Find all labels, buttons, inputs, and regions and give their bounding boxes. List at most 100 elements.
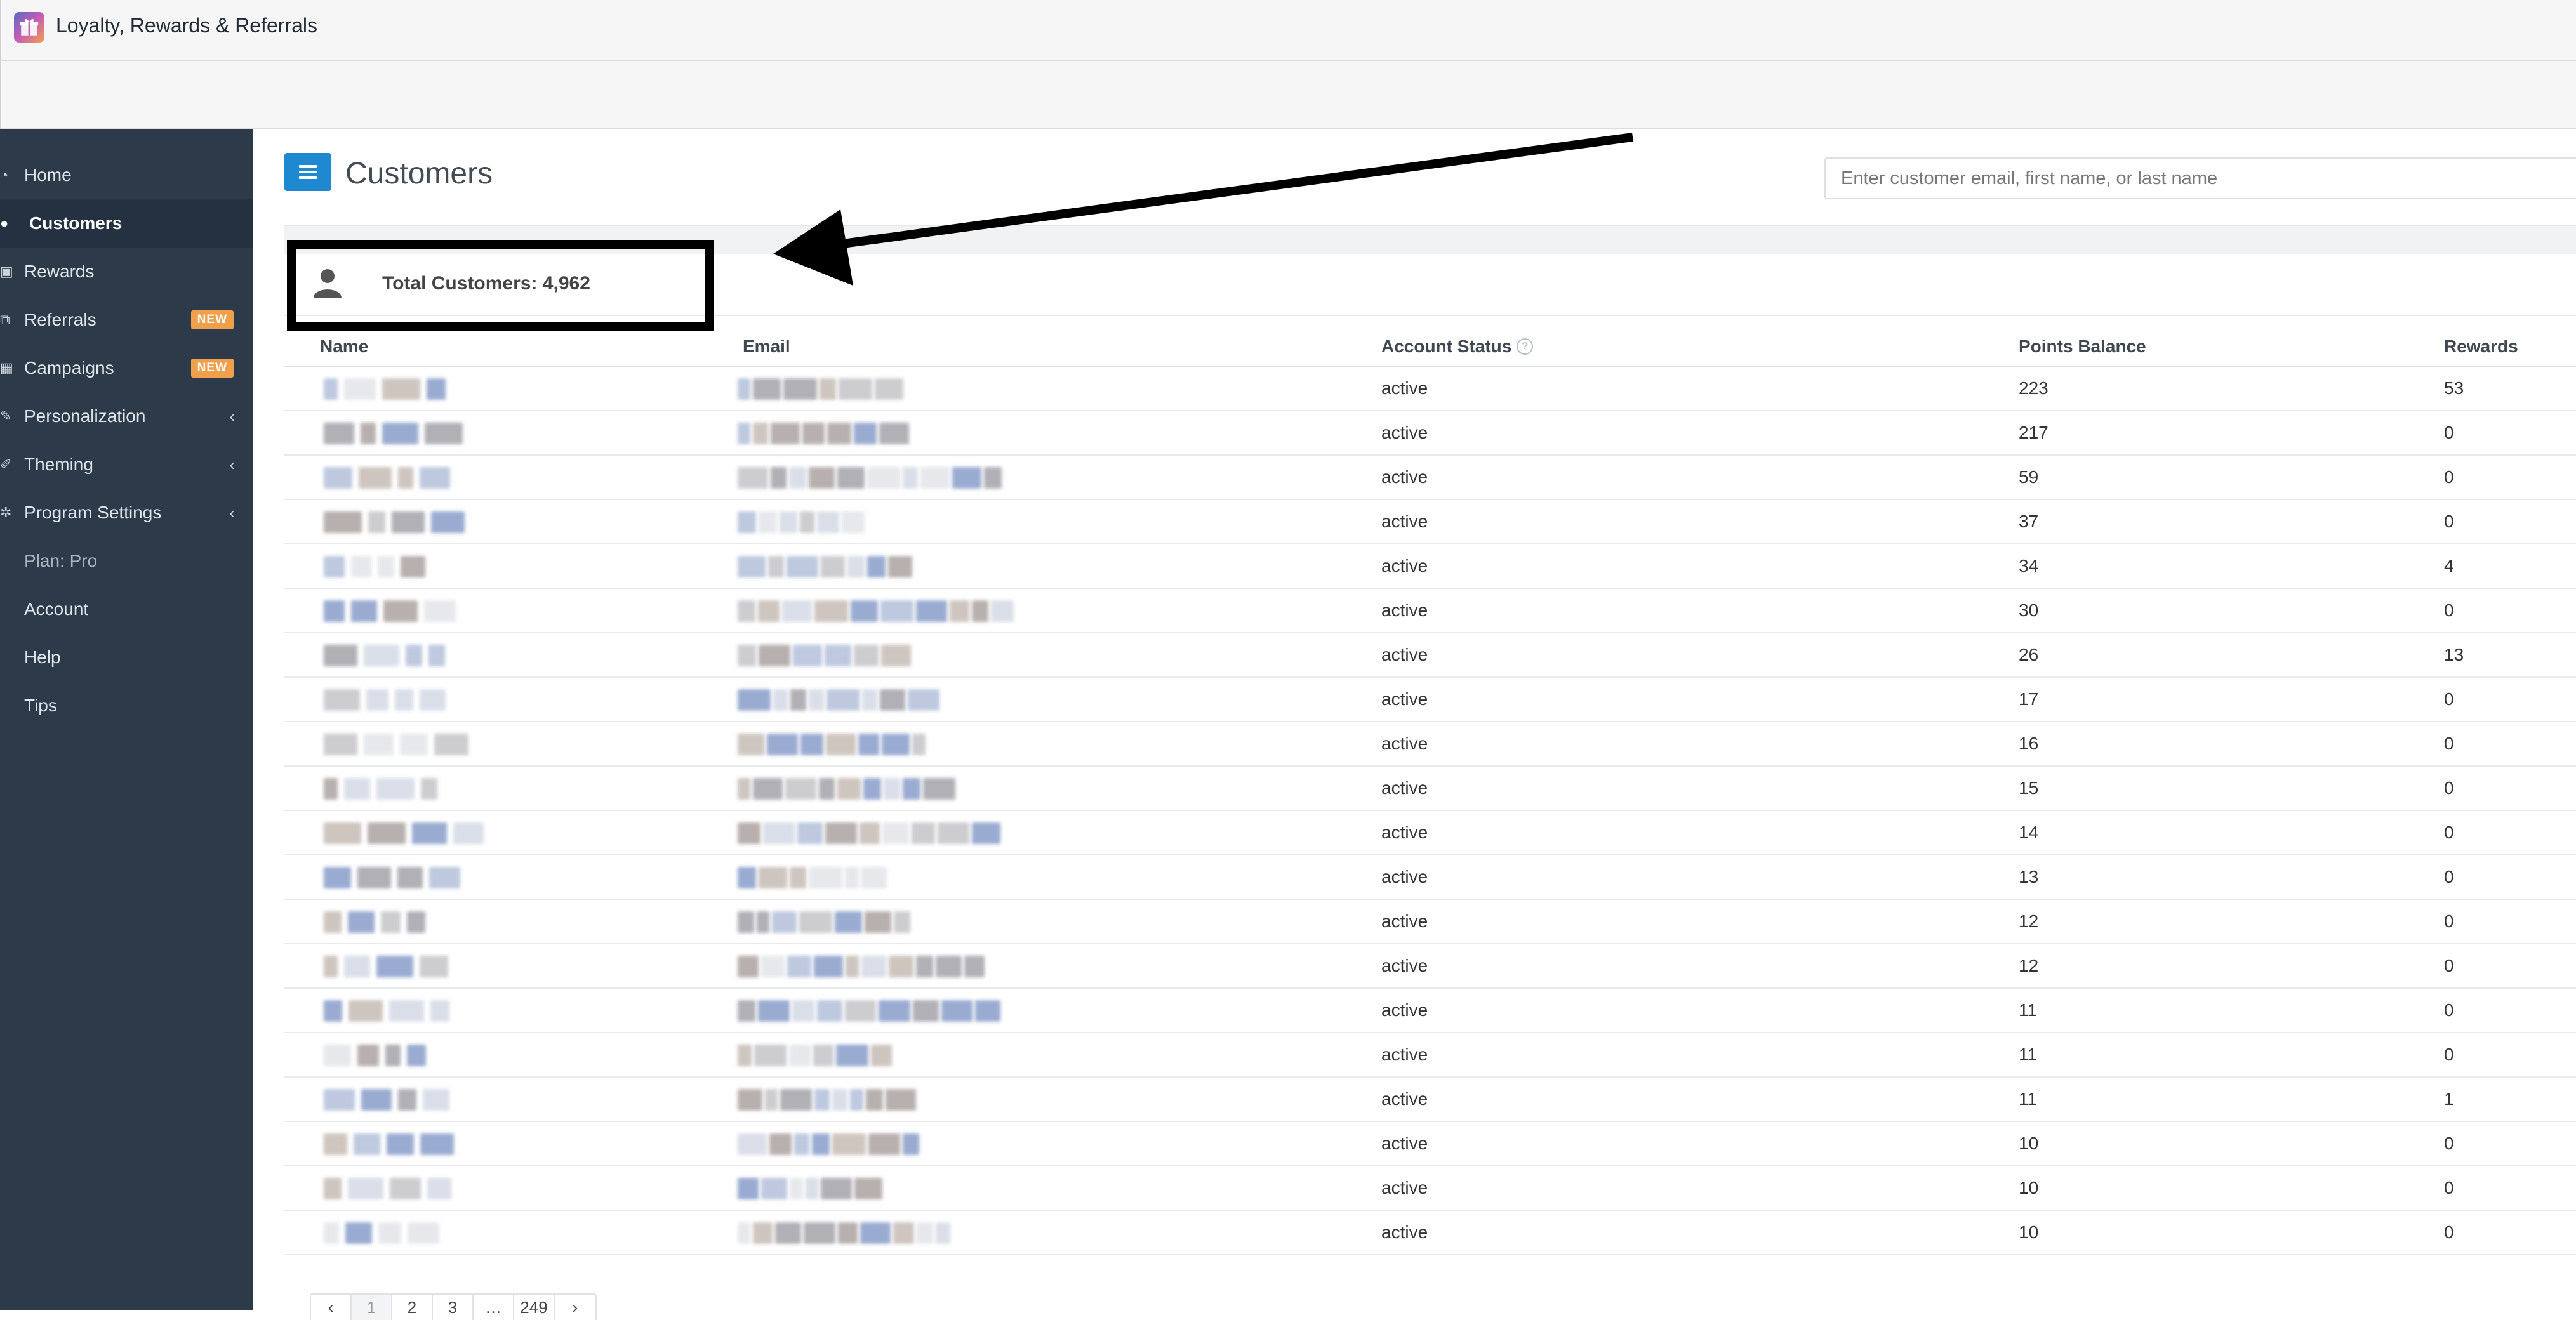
sidebar-item-tips[interactable]: Tips — [0, 682, 253, 730]
table-row[interactable]: active 59 0 — [284, 456, 2576, 500]
redacted-block — [785, 778, 816, 800]
redacted-block — [812, 1133, 830, 1155]
account-status: active — [1381, 512, 1428, 531]
table-row[interactable]: active 12 0 — [284, 900, 2576, 944]
redacted-block — [738, 378, 750, 400]
redacted-block — [773, 689, 788, 711]
account-status: active — [1381, 1178, 1428, 1198]
pagination-next-button[interactable]: › — [555, 1295, 595, 1320]
redacted-block — [759, 512, 777, 533]
pagination-page-1[interactable]: 1 — [352, 1295, 392, 1320]
table-row[interactable]: active 26 13 — [284, 633, 2576, 678]
table-row[interactable]: active 223 53 — [284, 367, 2576, 411]
account-status: active — [1381, 734, 1428, 753]
pagination-ellipsis: … — [474, 1295, 514, 1320]
sidebar-item-label: Theming — [24, 454, 93, 474]
redacted-block — [324, 689, 360, 711]
table-row[interactable]: active 11 0 — [284, 989, 2576, 1033]
pagination-page-249[interactable]: 249 — [514, 1295, 555, 1320]
sidebar-item-label: Referrals — [24, 310, 96, 329]
sidebar-item-account[interactable]: Account — [0, 585, 253, 633]
sidebar-item-help[interactable]: Help — [0, 633, 253, 682]
rewards-count: 0 — [2444, 1133, 2454, 1153]
table-row[interactable]: active 12 0 — [284, 944, 2576, 989]
redacted-block — [348, 911, 375, 933]
pagination-page-2[interactable]: 2 — [392, 1295, 433, 1320]
redacted-block — [838, 1222, 858, 1244]
redacted-block — [817, 512, 839, 533]
redacted-block — [738, 734, 764, 755]
table-row[interactable]: active 37 0 — [284, 500, 2576, 544]
redacted-block — [783, 378, 817, 400]
table-row[interactable]: active 10 0 — [284, 1122, 2576, 1166]
pagination: ‹ 1 2 3… 249 › — [310, 1293, 597, 1320]
redacted-block — [420, 689, 446, 711]
redacted-block — [738, 556, 766, 578]
redacted-block — [825, 822, 857, 844]
sidebar-item-customers[interactable]: ● Customers — [0, 199, 253, 248]
column-header-email[interactable]: Email — [743, 327, 790, 366]
redacted-block — [753, 1222, 773, 1244]
menu-toggle-button[interactable] — [284, 153, 331, 191]
table-row[interactable]: active 11 1 — [284, 1078, 2576, 1122]
sidebar-item-referrals[interactable]: ⧉ Referrals NEW — [0, 296, 253, 344]
sidebar-item-campaigns[interactable]: ▦ Campaigns NEW — [0, 344, 253, 392]
sidebar-item-plan-pro[interactable]: Plan: Pro — [0, 537, 253, 585]
redacted-block — [845, 1000, 876, 1022]
table-row[interactable]: active 10 0 — [284, 1211, 2576, 1255]
sidebar-item-home[interactable]: ◔ Home — [0, 151, 253, 199]
redacted-block — [920, 467, 950, 489]
redacted-block — [772, 911, 797, 933]
table-row[interactable]: active 15 0 — [284, 767, 2576, 811]
account-status: active — [1381, 956, 1428, 975]
redacted-block — [821, 556, 845, 578]
sidebar-item-rewards[interactable]: ▣ Rewards — [0, 248, 253, 296]
sidebar-item-program-settings[interactable]: ✲ Program Settings ‹ — [0, 489, 253, 537]
column-header-name[interactable]: Name — [320, 327, 368, 366]
column-header-status[interactable]: Account Status ? — [1381, 327, 1534, 366]
redacted-block — [854, 423, 877, 444]
sidebar-item-theming[interactable]: ✐ Theming ‹ — [0, 440, 253, 489]
table-row[interactable]: active 13 0 — [284, 855, 2576, 900]
redacted-block — [738, 1000, 755, 1022]
column-header-rewards[interactable]: Rewards — [2444, 327, 2518, 366]
redacted-block — [453, 822, 484, 844]
new-badge: NEW — [190, 359, 234, 378]
pagination-page-3[interactable]: 3 — [433, 1295, 474, 1320]
points-balance: 30 — [2019, 600, 2039, 620]
redacted-block — [903, 1133, 919, 1155]
redacted-block — [364, 645, 399, 666]
redacted-block — [814, 600, 848, 622]
points-balance: 11 — [2019, 1000, 2038, 1020]
redacted-block — [975, 1000, 1000, 1022]
brush-icon: ✐ — [0, 456, 12, 472]
pagination-prev-button[interactable]: ‹ — [311, 1295, 352, 1320]
redacted-block — [376, 778, 415, 800]
points-balance: 11 — [2019, 1045, 2038, 1064]
sidebar-item-personalization[interactable]: ✎ Personalization ‹ — [0, 392, 253, 440]
table-row[interactable]: active 17 0 — [284, 678, 2576, 722]
redacted-block — [814, 1089, 830, 1111]
table-row[interactable]: active 11 0 — [284, 1033, 2576, 1078]
redacted-block — [382, 423, 418, 444]
redacted-block — [964, 956, 985, 977]
help-icon[interactable]: ? — [1517, 338, 1534, 355]
redacted-block — [348, 1178, 383, 1199]
redacted-block — [324, 1000, 342, 1022]
table-row[interactable]: active 217 0 — [284, 411, 2576, 456]
customer-search-input[interactable] — [1824, 157, 2576, 199]
table-row[interactable]: active 16 0 — [284, 722, 2576, 767]
column-header-points[interactable]: Points Balance — [2019, 327, 2146, 366]
redacted-block — [799, 911, 832, 933]
account-status: active — [1381, 689, 1428, 709]
table-row[interactable]: active 10 0 — [284, 1166, 2576, 1211]
redacted-block — [351, 556, 371, 578]
table-row[interactable]: active 14 0 — [284, 811, 2576, 855]
points-balance: 10 — [2019, 1133, 2039, 1153]
redacted-block — [936, 1222, 950, 1244]
table-row[interactable]: active 34 4 — [284, 544, 2576, 589]
table-row[interactable]: active 30 0 — [284, 589, 2576, 633]
redacted-block — [991, 600, 1014, 622]
redacted-block — [916, 600, 947, 622]
redacted-block — [389, 1000, 424, 1022]
